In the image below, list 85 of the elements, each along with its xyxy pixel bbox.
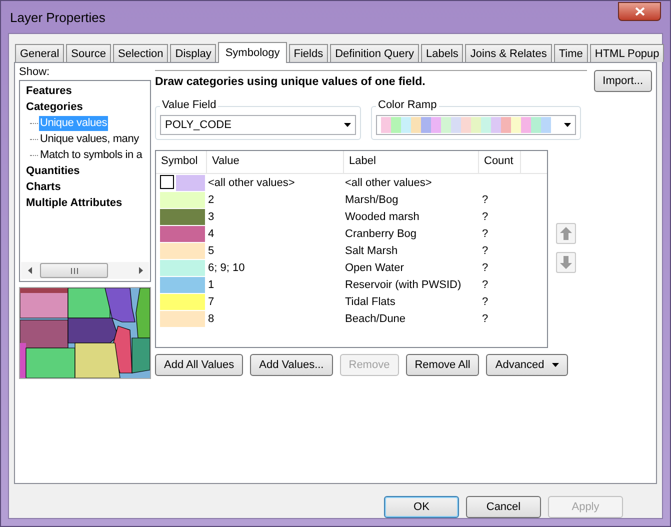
table-cell-text: <all other values> (207, 176, 296, 188)
show-label: Show: (19, 66, 51, 80)
table-cell-text: 2 (207, 194, 216, 206)
tree-item[interactable]: Quantities (26, 163, 148, 179)
table-cell-text: Beach/Dune (344, 312, 407, 324)
close-button[interactable] (618, 2, 661, 20)
tree-item[interactable]: Features (26, 83, 148, 99)
tab[interactable]: Source (66, 44, 111, 62)
table-cell-text: Reservoir (with PWSID) (344, 278, 462, 290)
tab[interactable]: General (15, 44, 64, 62)
table-cell-text: Wooded marsh (344, 210, 420, 222)
advanced-button[interactable]: Advanced (486, 354, 568, 376)
table-cell-text: ? (481, 210, 490, 222)
table-cell-text: ? (481, 312, 490, 324)
tree-item[interactable]: Multiple Attributes (26, 195, 148, 211)
tab[interactable]: HTML Popup (590, 44, 664, 62)
tab[interactable]: Joins & Relates (465, 44, 552, 62)
color-swatch[interactable] (160, 208, 205, 224)
grip-icon (70, 268, 78, 274)
tab[interactable]: Symbology (218, 42, 287, 63)
color-swatch[interactable] (160, 192, 205, 208)
color-swatch[interactable] (160, 294, 205, 310)
right-arrow-icon[interactable] (138, 267, 142, 274)
table-action-button[interactable]: Add All Values (155, 354, 244, 376)
tab[interactable]: Time (554, 44, 588, 62)
close-icon (634, 6, 644, 16)
dialog-button[interactable]: Cancel (466, 496, 541, 518)
group-label: Value Field (160, 99, 218, 111)
tree-item[interactable]: Match to symbols in a (39, 148, 144, 162)
color-swatch[interactable] (160, 260, 205, 276)
table-action-button[interactable]: Remove All (406, 354, 480, 376)
table-cell-text: ? (481, 228, 490, 240)
color-swatch[interactable] (160, 226, 205, 242)
tab[interactable]: Fields (288, 44, 328, 62)
column-header[interactable]: Value (207, 151, 344, 173)
table-cell-text: ? (481, 194, 490, 206)
caret-icon (344, 123, 351, 127)
tab[interactable]: Selection (113, 44, 168, 62)
value-field-dropdown[interactable]: POLY_CODE (160, 115, 356, 135)
tab[interactable]: Labels (420, 44, 464, 62)
caret-icon (552, 363, 560, 367)
import-button[interactable]: Import... (594, 70, 652, 92)
tree-item[interactable]: Categories (26, 99, 148, 115)
table-cell-text: ? (481, 296, 490, 308)
table-cell-text: 5 (207, 244, 216, 256)
tree-item[interactable]: Charts (26, 179, 148, 195)
table-cell-text: <all other values> (344, 176, 433, 188)
down-arrow-icon (560, 256, 572, 269)
table-cell-text: 4 (207, 228, 216, 240)
color-swatch[interactable] (160, 242, 205, 258)
up-arrow-icon (560, 227, 572, 240)
tab[interactable]: Display (170, 44, 216, 62)
column-header[interactable]: Label (344, 151, 479, 173)
table-cell-text: Open Water (344, 262, 405, 274)
table-cell-text: ? (481, 262, 490, 274)
table-action-button[interactable]: Add Values... (250, 354, 333, 376)
tab[interactable]: Definition Query (330, 44, 419, 62)
move-down-button[interactable] (556, 252, 576, 273)
tree-item[interactable]: Unique values, many (39, 132, 140, 146)
table-cell-text: Cranberry Bog (344, 228, 418, 240)
description-text: Draw categories using unique values of one field. (155, 70, 587, 96)
dialog-button[interactable]: OK (384, 496, 459, 518)
table-cell-text: ? (481, 244, 490, 256)
table-cell-text: 6; 9; 10 (207, 262, 246, 274)
move-up-button[interactable] (556, 223, 576, 244)
table-cell-text: Salt Marsh (344, 244, 399, 256)
table-cell-text: Tidal Flats (344, 296, 396, 308)
color-swatch[interactable] (176, 174, 205, 190)
horizontal-scrollbar[interactable] (21, 262, 149, 279)
table-cell-text: 1 (207, 278, 216, 290)
table-cell-text: 8 (207, 312, 216, 324)
table-cell-text: Marsh/Bog (344, 194, 400, 206)
table-cell-text: ? (481, 278, 490, 290)
left-arrow-icon[interactable] (28, 267, 32, 274)
color-swatch[interactable] (160, 276, 205, 292)
window-title: Layer Properties (10, 10, 106, 24)
caret-icon (564, 123, 571, 127)
column-header[interactable]: Symbol (156, 151, 207, 173)
checkbox[interactable] (160, 174, 174, 188)
column-header[interactable]: Count (479, 151, 521, 173)
group-label: Color Ramp (376, 99, 439, 111)
color-ramp-dropdown[interactable] (376, 115, 576, 135)
table-cell-text: 7 (207, 296, 216, 308)
color-swatch[interactable] (160, 310, 205, 326)
table-cell-text: 3 (207, 210, 216, 222)
